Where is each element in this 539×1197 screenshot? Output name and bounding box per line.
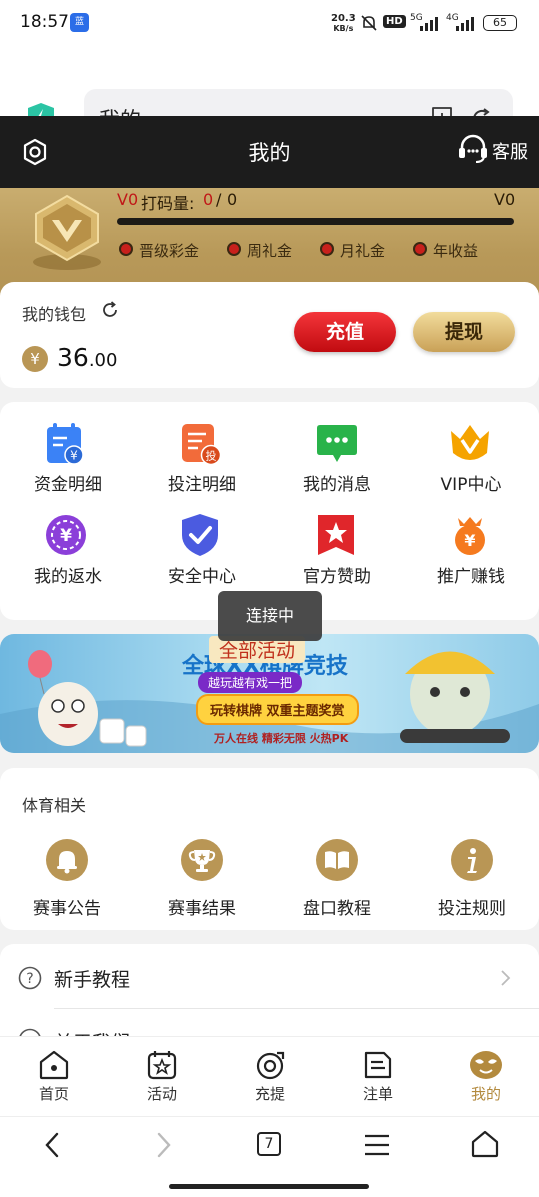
- bonus-weekly: 周礼金: [247, 242, 293, 260]
- info-icon[interactable]: [451, 839, 493, 881]
- gesture-handle: [169, 1184, 369, 1189]
- vip-level: V0: [117, 190, 139, 209]
- vip-progress-sep: /: [216, 190, 222, 209]
- home-icon[interactable]: [38, 1050, 70, 1084]
- feature-label[interactable]: 投注明细: [142, 470, 262, 495]
- vip-progress-label: 打码量:: [141, 194, 195, 213]
- nav-bet-slip[interactable]: 注单: [338, 1083, 418, 1104]
- signal-bars-icon: [456, 15, 478, 35]
- nav-profile[interactable]: 我的: [446, 1083, 526, 1104]
- sports-item-label[interactable]: 赛事结果: [142, 894, 262, 919]
- wallet-label: 我的钱包: [22, 305, 87, 324]
- sports-item-label[interactable]: 盘口教程: [277, 894, 397, 919]
- customer-service-link[interactable]: 客服: [492, 138, 528, 164]
- profile-mascot-icon[interactable]: [469, 1048, 503, 1084]
- banner-sub2: 玩转棋牌 双重主题奖赏: [196, 694, 359, 725]
- vip-progress-bar: [117, 218, 514, 225]
- bet-details-icon[interactable]: 投: [180, 422, 222, 470]
- sports-title: 体育相关: [22, 796, 87, 815]
- bet-slip-icon[interactable]: [363, 1050, 393, 1084]
- hd-badge: HD: [383, 15, 406, 28]
- help-question-icon: ?: [18, 966, 42, 994]
- forward-icon[interactable]: [154, 1131, 174, 1163]
- fund-details-icon[interactable]: ¥: [45, 422, 85, 470]
- sports-item-label[interactable]: 赛事公告: [7, 894, 127, 919]
- wallet-balance: 36.00: [57, 343, 118, 372]
- rebate-icon[interactable]: ¥: [45, 514, 87, 560]
- chevron-right-icon[interactable]: [498, 968, 512, 992]
- app-notification-icon: 蓝: [70, 13, 89, 32]
- bonus-dot-icon: [413, 242, 427, 256]
- tabs-counter[interactable]: 7: [257, 1132, 281, 1156]
- status-bar: 18:57 蓝 20.3 KB/s HD 5G 4G 65: [0, 0, 539, 44]
- vip-next-level: V0: [494, 190, 516, 209]
- back-icon[interactable]: [42, 1131, 62, 1163]
- feature-label[interactable]: 我的消息: [277, 470, 397, 495]
- network-speed: 20.3 KB/s: [331, 13, 356, 34]
- feature-label[interactable]: 资金明细: [8, 470, 128, 495]
- vip-crown-icon[interactable]: [449, 423, 491, 469]
- currency-icon: ¥: [22, 346, 48, 372]
- bell-icon[interactable]: [46, 839, 88, 881]
- list-divider: [54, 1008, 539, 1009]
- mute-bell-icon: [360, 14, 378, 36]
- menu-icon[interactable]: [364, 1134, 390, 1160]
- message-icon[interactable]: [315, 424, 359, 468]
- bonus-dot-icon: [119, 242, 133, 256]
- browser-address-bar: 我的: [0, 44, 539, 147]
- vip-progress-current: 0: [203, 190, 214, 209]
- status-time: 18:57: [20, 12, 69, 32]
- bonus-monthly: 月礼金: [340, 242, 386, 260]
- vip-badge-icon: [30, 192, 104, 276]
- sponsor-star-icon[interactable]: [316, 513, 356, 561]
- svg-text:¥: ¥: [464, 531, 475, 550]
- banner-sub3: 万人在线 精彩无限 火热PK: [214, 732, 349, 745]
- feature-label[interactable]: VIP中心: [411, 470, 531, 495]
- nav-home[interactable]: 首页: [14, 1083, 94, 1104]
- home-browser-icon[interactable]: [471, 1130, 499, 1162]
- bonus-promotion: 晋级彩金: [139, 242, 200, 260]
- svg-text:¥: ¥: [60, 526, 72, 546]
- banner-sub1: 越玩越有戏一把: [198, 672, 303, 693]
- svg-text:¥: ¥: [70, 449, 78, 463]
- recharge-button[interactable]: 充值: [294, 312, 396, 352]
- headset-icon[interactable]: [457, 133, 489, 169]
- nav-activity[interactable]: 活动: [122, 1083, 202, 1104]
- deposit-icon[interactable]: [255, 1050, 285, 1084]
- bonus-dot-icon: [320, 242, 334, 256]
- feature-label[interactable]: 推广赚钱: [411, 562, 531, 587]
- withdraw-button[interactable]: 提现: [413, 312, 515, 352]
- vip-progress-total: 0: [227, 190, 238, 209]
- battery-icon: 65: [483, 15, 517, 31]
- refresh-balance-icon[interactable]: [100, 300, 120, 324]
- svg-text:投: 投: [206, 449, 217, 463]
- promote-money-icon[interactable]: ¥: [450, 514, 490, 560]
- bonus-yearly: 年收益: [433, 242, 479, 260]
- bonus-dot-icon: [227, 242, 241, 256]
- feature-label[interactable]: 我的返水: [8, 562, 128, 587]
- book-icon[interactable]: [316, 839, 358, 881]
- nav-deposit[interactable]: 充提: [230, 1083, 310, 1104]
- feature-label[interactable]: 官方赞助: [277, 562, 397, 587]
- sports-item-label[interactable]: 投注规则: [412, 894, 532, 919]
- security-shield-icon[interactable]: [180, 513, 220, 561]
- signal-bars-icon: [420, 15, 442, 35]
- help-beginner-tutorial[interactable]: 新手教程: [54, 965, 130, 992]
- trophy-icon[interactable]: [181, 839, 223, 881]
- activity-icon[interactable]: [147, 1050, 177, 1084]
- connecting-toast: 连接中: [218, 591, 322, 641]
- svg-text:?: ?: [26, 971, 33, 987]
- feature-label[interactable]: 安全中心: [142, 562, 262, 587]
